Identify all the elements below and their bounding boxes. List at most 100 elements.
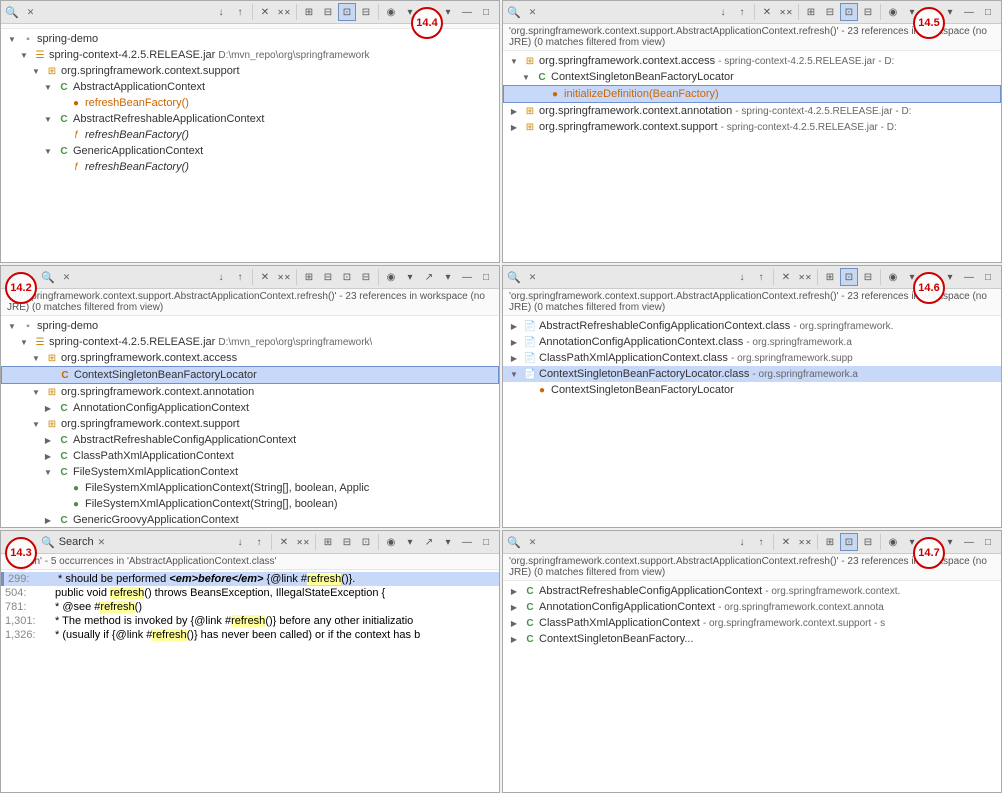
tb-collapse-2[interactable]: ⊟ [821, 3, 839, 21]
tree-item[interactable]: ▼ ⊞ org.springframework.context.access -… [503, 53, 1001, 69]
tree-item[interactable]: ▼ C AbstractApplicationContext [1, 79, 499, 95]
tb-flat-7[interactable]: ⊡ [357, 533, 375, 551]
tree-item[interactable]: ▼ C ContextSingletonBeanFactoryLocator [503, 69, 1001, 85]
tree-item[interactable]: ▶ C ClassPathXmlApplicationContext [1, 448, 499, 464]
tree-item[interactable]: ▼ ⊞ org.springframework.context.access [1, 350, 499, 366]
tb-cancel-5[interactable]: ✕ [777, 533, 795, 551]
tb-group-2[interactable]: ⊟ [859, 3, 877, 21]
tb-down-3[interactable]: ↓ [212, 268, 230, 286]
tb-up-4[interactable]: ↑ [752, 268, 770, 286]
tb-up-5[interactable]: ↑ [752, 533, 770, 551]
tree-item-selected[interactable]: C ContextSingletonBeanFactoryLocator [1, 366, 499, 384]
tb-filter-1[interactable]: ◉ [382, 3, 400, 21]
tb-down-1[interactable]: ↓ [212, 3, 230, 21]
tree-item[interactable]: ▼ C GenericApplicationContext [1, 143, 499, 159]
tb-collapse-3[interactable]: ⊟ [319, 268, 337, 286]
tree-item[interactable]: ▶ C AbstractRefreshableConfigApplication… [1, 432, 499, 448]
tree-item[interactable]: ▶ C GenericGroovyApplicationContext [1, 512, 499, 527]
tb-expand-2[interactable]: ⊞ [802, 3, 820, 21]
tree-item[interactable]: ▼ C FileSystemXmlApplicationContext [1, 464, 499, 480]
code-line[interactable]: 1,326: * (usually if {@link #refresh()} … [1, 628, 499, 642]
tb-group-4[interactable]: ⊟ [859, 268, 877, 286]
tree-item[interactable]: ▶ 📄 ClassPathXmlApplicationContext.class… [503, 350, 1001, 366]
tree-item[interactable]: ● refreshBeanFactory() [1, 95, 499, 111]
tb-up-7[interactable]: ↑ [250, 533, 268, 551]
code-line[interactable]: 299: * should be performed <em>before</e… [1, 572, 499, 586]
tb-expand-1[interactable]: ⊞ [300, 3, 318, 21]
tb-max-7[interactable]: □ [477, 533, 495, 551]
tb-filter-3[interactable]: ◉ [382, 268, 400, 286]
panel-close-3[interactable]: ✕ [63, 272, 71, 283]
tb-filter-4[interactable]: ◉ [884, 268, 902, 286]
tb-filter-5[interactable]: ◉ [884, 533, 902, 551]
tb-max-4[interactable]: □ [979, 268, 997, 286]
tb-expand-3[interactable]: ⊞ [300, 268, 318, 286]
tb-down-7[interactable]: ↓ [231, 533, 249, 551]
panel-close-2[interactable]: ✕ [529, 7, 537, 18]
tb-menu-7[interactable]: ▾ [439, 533, 457, 551]
tree-item[interactable]: ▶ C ClassPathXmlApplicationContext - org… [503, 615, 1001, 631]
tree-item[interactable]: ▶ C AnnotationConfigApplicationContext [1, 400, 499, 416]
panel-close-1[interactable]: ✕ [27, 7, 35, 18]
tb-cancel-2[interactable]: ✕ [758, 3, 776, 21]
tb-up-2[interactable]: ↑ [733, 3, 751, 21]
tb-cancelall-4[interactable]: ✕✕ [796, 268, 814, 286]
tree-item[interactable]: f refreshBeanFactory() [1, 127, 499, 143]
tree-item[interactable]: ▶ 📄 AnnotationConfigApplicationContext.c… [503, 334, 1001, 350]
tb-collapse-7[interactable]: ⊟ [338, 533, 356, 551]
panel-close-5[interactable]: ✕ [529, 537, 537, 548]
tree-item[interactable]: ▼ ▪ spring-demo [1, 318, 499, 334]
tree-item[interactable]: ▼ ⊞ org.springframework.context.support [1, 63, 499, 79]
tree-item[interactable]: ▼ ☰ spring-context-4.2.5.RELEASE.jar D:\… [1, 47, 499, 63]
tb-cancel-7[interactable]: ✕ [275, 533, 293, 551]
tb-cancel-1[interactable]: ✕ [256, 3, 274, 21]
tb-flat-3[interactable]: ⊡ [338, 268, 356, 286]
tb-min-5[interactable]: — [960, 533, 978, 551]
tree-item[interactable]: ▼ ☰ spring-context-4.2.5.RELEASE.jar D:\… [1, 334, 499, 350]
tb-cancelall-1[interactable]: ✕✕ [275, 3, 293, 21]
tree-item[interactable]: ▶ C AbstractRefreshableConfigApplication… [503, 583, 1001, 599]
tb-max-5[interactable]: □ [979, 533, 997, 551]
tree-item[interactable]: ▼ ⊞ org.springframework.context.annotati… [1, 384, 499, 400]
tree-item[interactable]: ▶ C ContextSingletonBeanFactory... [503, 631, 1001, 647]
tb-min-1[interactable]: — [458, 3, 476, 21]
tb-group-3[interactable]: ⊟ [357, 268, 375, 286]
tb-expand-5[interactable]: ⊞ [821, 533, 839, 551]
tb-min-2[interactable]: — [960, 3, 978, 21]
tree-item[interactable]: ▶ ⊞ org.springframework.context.support … [503, 119, 1001, 135]
tb-cancel-4[interactable]: ✕ [777, 268, 795, 286]
tb-down-4[interactable]: ↓ [733, 268, 751, 286]
tb-up-1[interactable]: ↑ [231, 3, 249, 21]
tb-flat-5[interactable]: ⊡ [840, 533, 858, 551]
tb-max-2[interactable]: □ [979, 3, 997, 21]
tb-down-5[interactable]: ↓ [733, 533, 751, 551]
tree-item[interactable]: ▶ C AnnotationConfigApplicationContext -… [503, 599, 1001, 615]
tb-cancel-3[interactable]: ✕ [256, 268, 274, 286]
tb-cancelall-5[interactable]: ✕✕ [796, 533, 814, 551]
tb-filter-7[interactable]: ◉ [382, 533, 400, 551]
tb-more-7[interactable]: ▾ [401, 533, 419, 551]
tb-expand-7[interactable]: ⊞ [319, 533, 337, 551]
tb-flat-1[interactable]: ⊡ [338, 3, 356, 21]
tree-item[interactable]: ▶ ⊞ org.springframework.context.annotati… [503, 103, 1001, 119]
tb-menu-3[interactable]: ▾ [439, 268, 457, 286]
tb-pin-7[interactable]: ↗ [420, 533, 438, 551]
tb-cancelall-2[interactable]: ✕✕ [777, 3, 795, 21]
tb-cancelall-7[interactable]: ✕✕ [294, 533, 312, 551]
tb-up-3[interactable]: ↑ [231, 268, 249, 286]
tree-item[interactable]: ▼ C AbstractRefreshableApplicationContex… [1, 111, 499, 127]
panel-close-4[interactable]: ✕ [529, 272, 537, 283]
tree-item[interactable]: ● FileSystemXmlApplicationContext(String… [1, 496, 499, 512]
tb-filter-2[interactable]: ◉ [884, 3, 902, 21]
tree-item[interactable]: ● ContextSingletonBeanFactoryLocator [503, 382, 1001, 398]
tb-cancelall-3[interactable]: ✕✕ [275, 268, 293, 286]
tb-flat-2[interactable]: ⊡ [840, 3, 858, 21]
tree-item[interactable]: ▶ 📄 AbstractRefreshableConfigApplication… [503, 318, 1001, 334]
panel-close-7[interactable]: ✕ [98, 537, 106, 548]
tb-max-3[interactable]: □ [477, 268, 495, 286]
tb-max-1[interactable]: □ [477, 3, 495, 21]
code-line[interactable]: 781: * @see #refresh() [1, 600, 499, 614]
tb-min-7[interactable]: — [458, 533, 476, 551]
tb-expand-4[interactable]: ⊞ [821, 268, 839, 286]
tb-down-2[interactable]: ↓ [714, 3, 732, 21]
